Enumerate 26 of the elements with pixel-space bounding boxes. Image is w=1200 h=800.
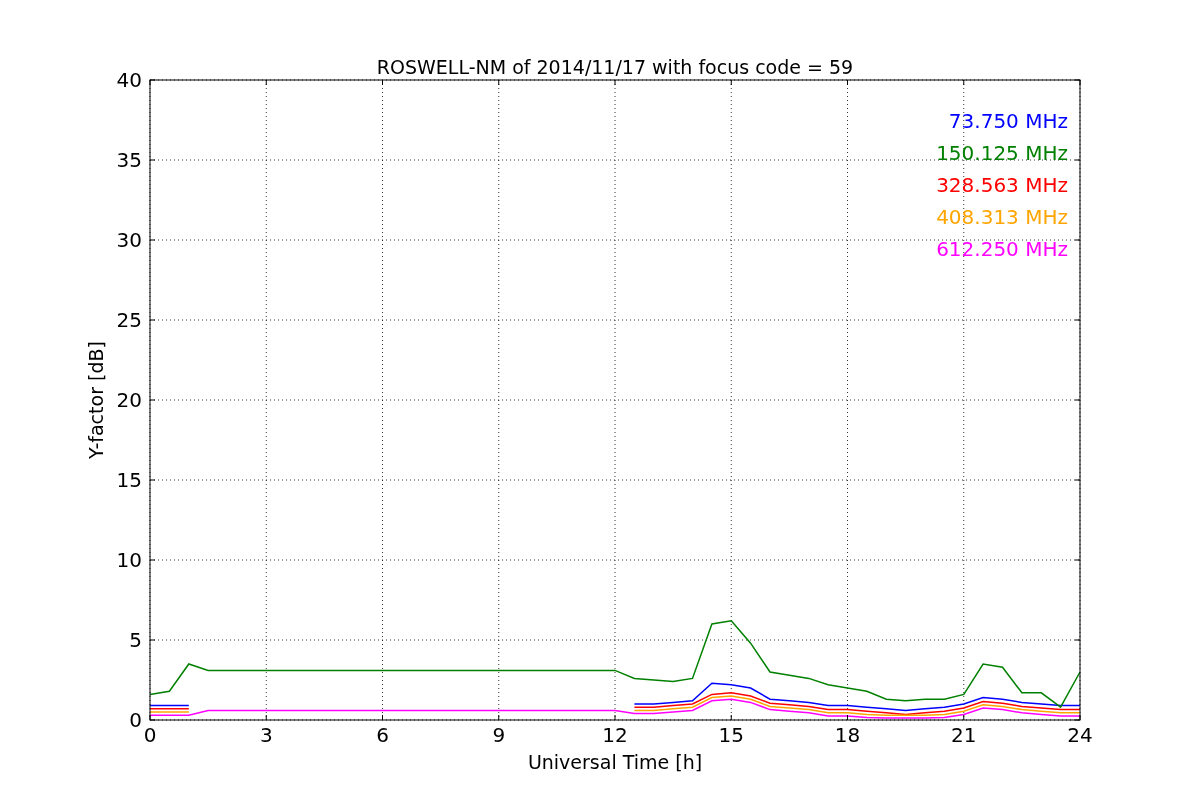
x-tick-label: 18 [834, 723, 861, 747]
legend-label: 328.563 MHz [936, 173, 1068, 197]
x-tick-label: 9 [492, 723, 506, 747]
y-tick-label: 15 [116, 468, 142, 492]
y-tick-label: 0 [129, 708, 142, 732]
x-tick-label: 12 [602, 723, 628, 747]
legend-label: 612.250 MHz [936, 237, 1068, 261]
x-tick-label: 0 [143, 723, 157, 747]
y-tick-label: 5 [129, 628, 142, 652]
x-tick-label: 15 [718, 723, 744, 747]
y-tick-label: 10 [116, 548, 142, 572]
y-tick-label: 35 [116, 148, 142, 172]
y-tick-label: 40 [116, 68, 142, 92]
x-tick-label: 3 [259, 723, 273, 747]
x-tick-label: 24 [1067, 723, 1093, 747]
y-tick-label: 30 [116, 228, 142, 252]
y-tick-label: 20 [116, 388, 142, 412]
x-tick-label: 6 [376, 723, 389, 747]
y-tick-label: 25 [116, 308, 142, 332]
x-axis-label: Universal Time [h] [527, 751, 703, 773]
y-axis-label: Y-factor [dB] [85, 341, 107, 459]
legend-label: 150.125 MHz [936, 141, 1068, 165]
legend-label: 408.313 MHz [936, 205, 1068, 229]
x-tick-label: 21 [951, 723, 977, 747]
chart-title: ROSWELL-NM of 2014/11/17 with focus code = 59 [376, 56, 854, 78]
legend-label: 73.750 MHz [948, 109, 1068, 133]
